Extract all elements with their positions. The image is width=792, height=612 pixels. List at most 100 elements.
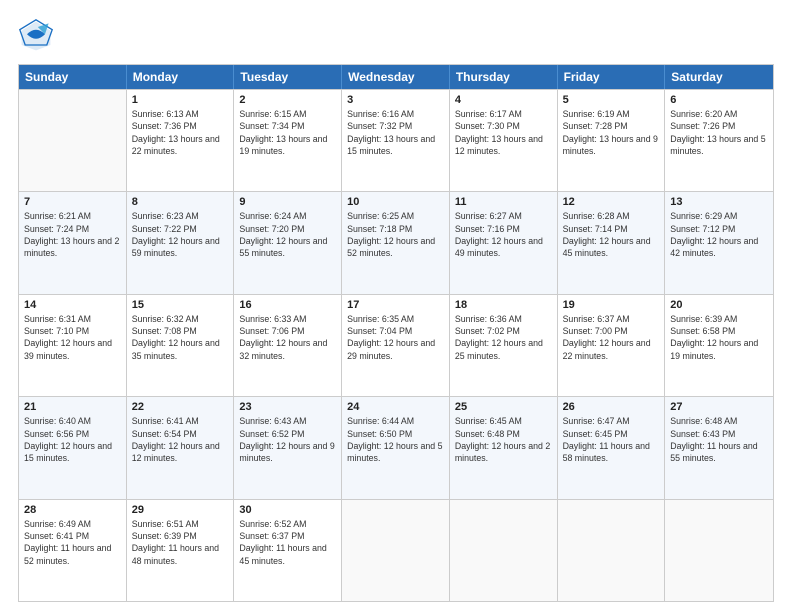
day-info: Sunrise: 6:43 AMSunset: 6:52 PMDaylight:… bbox=[239, 415, 336, 464]
header-day-friday: Friday bbox=[558, 65, 666, 89]
calendar-day-16: 16 Sunrise: 6:33 AMSunset: 7:06 PMDayligh… bbox=[234, 295, 342, 396]
day-info: Sunrise: 6:23 AMSunset: 7:22 PMDaylight:… bbox=[132, 210, 229, 259]
calendar-week-0: 1 Sunrise: 6:13 AMSunset: 7:36 PMDaylight… bbox=[19, 89, 773, 191]
calendar-day-10: 10 Sunrise: 6:25 AMSunset: 7:18 PMDayligh… bbox=[342, 192, 450, 293]
day-info: Sunrise: 6:37 AMSunset: 7:00 PMDaylight:… bbox=[563, 313, 660, 362]
header-day-saturday: Saturday bbox=[665, 65, 773, 89]
day-info: Sunrise: 6:36 AMSunset: 7:02 PMDaylight:… bbox=[455, 313, 552, 362]
day-info: Sunrise: 6:33 AMSunset: 7:06 PMDaylight:… bbox=[239, 313, 336, 362]
day-info: Sunrise: 6:41 AMSunset: 6:54 PMDaylight:… bbox=[132, 415, 229, 464]
day-info: Sunrise: 6:51 AMSunset: 6:39 PMDaylight:… bbox=[132, 518, 229, 567]
day-number: 9 bbox=[239, 196, 336, 208]
page: SundayMondayTuesdayWednesdayThursdayFrid… bbox=[0, 0, 792, 612]
calendar-day-17: 17 Sunrise: 6:35 AMSunset: 7:04 PMDayligh… bbox=[342, 295, 450, 396]
day-info: Sunrise: 6:35 AMSunset: 7:04 PMDaylight:… bbox=[347, 313, 444, 362]
calendar-week-3: 21 Sunrise: 6:40 AMSunset: 6:56 PMDayligh… bbox=[19, 396, 773, 498]
day-info: Sunrise: 6:52 AMSunset: 6:37 PMDaylight:… bbox=[239, 518, 336, 567]
header-day-sunday: Sunday bbox=[19, 65, 127, 89]
calendar-day-8: 8 Sunrise: 6:23 AMSunset: 7:22 PMDaylight… bbox=[127, 192, 235, 293]
day-number: 10 bbox=[347, 196, 444, 208]
day-number: 4 bbox=[455, 94, 552, 106]
day-number: 17 bbox=[347, 299, 444, 311]
calendar-day-22: 22 Sunrise: 6:41 AMSunset: 6:54 PMDayligh… bbox=[127, 397, 235, 498]
day-number: 3 bbox=[347, 94, 444, 106]
day-number: 16 bbox=[239, 299, 336, 311]
calendar-day-12: 12 Sunrise: 6:28 AMSunset: 7:14 PMDayligh… bbox=[558, 192, 666, 293]
header-day-thursday: Thursday bbox=[450, 65, 558, 89]
calendar-week-2: 14 Sunrise: 6:31 AMSunset: 7:10 PMDayligh… bbox=[19, 294, 773, 396]
calendar-empty-cell bbox=[342, 500, 450, 601]
calendar-day-9: 9 Sunrise: 6:24 AMSunset: 7:20 PMDaylight… bbox=[234, 192, 342, 293]
day-number: 2 bbox=[239, 94, 336, 106]
calendar-day-21: 21 Sunrise: 6:40 AMSunset: 6:56 PMDayligh… bbox=[19, 397, 127, 498]
header bbox=[18, 18, 774, 54]
calendar-day-1: 1 Sunrise: 6:13 AMSunset: 7:36 PMDaylight… bbox=[127, 90, 235, 191]
day-info: Sunrise: 6:16 AMSunset: 7:32 PMDaylight:… bbox=[347, 108, 444, 157]
calendar-day-27: 27Sunrise: 6:48 AMSunset: 6:43 PMDayligh… bbox=[665, 397, 773, 498]
calendar-empty-cell bbox=[665, 500, 773, 601]
day-info: Sunrise: 6:47 AMSunset: 6:45 PMDaylight:… bbox=[563, 415, 660, 464]
day-number: 11 bbox=[455, 196, 552, 208]
day-info: Sunrise: 6:39 AMSunset: 6:58 PMDaylight:… bbox=[670, 313, 768, 362]
day-info: Sunrise: 6:44 AMSunset: 6:50 PMDaylight:… bbox=[347, 415, 444, 464]
day-number: 12 bbox=[563, 196, 660, 208]
header-day-monday: Monday bbox=[127, 65, 235, 89]
logo-icon bbox=[18, 18, 54, 54]
calendar-body: 1 Sunrise: 6:13 AMSunset: 7:36 PMDaylight… bbox=[19, 89, 773, 601]
calendar-empty-cell bbox=[450, 500, 558, 601]
day-info: Sunrise: 6:45 AMSunset: 6:48 PMDaylight:… bbox=[455, 415, 552, 464]
calendar-day-30: 30 Sunrise: 6:52 AMSunset: 6:37 PMDayligh… bbox=[234, 500, 342, 601]
header-day-tuesday: Tuesday bbox=[234, 65, 342, 89]
day-number: 5 bbox=[563, 94, 660, 106]
calendar-day-13: 13Sunrise: 6:29 AMSunset: 7:12 PMDayligh… bbox=[665, 192, 773, 293]
calendar-day-11: 11 Sunrise: 6:27 AMSunset: 7:16 PMDayligh… bbox=[450, 192, 558, 293]
day-info: Sunrise: 6:21 AMSunset: 7:24 PMDaylight:… bbox=[24, 210, 121, 259]
calendar-empty-cell bbox=[19, 90, 127, 191]
day-number: 30 bbox=[239, 504, 336, 516]
day-number: 22 bbox=[132, 401, 229, 413]
day-number: 15 bbox=[132, 299, 229, 311]
calendar-header: SundayMondayTuesdayWednesdayThursdayFrid… bbox=[19, 65, 773, 89]
day-number: 24 bbox=[347, 401, 444, 413]
day-number: 25 bbox=[455, 401, 552, 413]
day-number: 20 bbox=[670, 299, 768, 311]
day-number: 28 bbox=[24, 504, 121, 516]
calendar-day-3: 3 Sunrise: 6:16 AMSunset: 7:32 PMDaylight… bbox=[342, 90, 450, 191]
day-info: Sunrise: 6:49 AMSunset: 6:41 PMDaylight:… bbox=[24, 518, 121, 567]
day-number: 7 bbox=[24, 196, 121, 208]
calendar-week-1: 7 Sunrise: 6:21 AMSunset: 7:24 PMDaylight… bbox=[19, 191, 773, 293]
calendar-day-25: 25 Sunrise: 6:45 AMSunset: 6:48 PMDayligh… bbox=[450, 397, 558, 498]
calendar-empty-cell bbox=[558, 500, 666, 601]
day-info: Sunrise: 6:13 AMSunset: 7:36 PMDaylight:… bbox=[132, 108, 229, 157]
day-info: Sunrise: 6:19 AMSunset: 7:28 PMDaylight:… bbox=[563, 108, 660, 157]
day-number: 29 bbox=[132, 504, 229, 516]
calendar-day-2: 2 Sunrise: 6:15 AMSunset: 7:34 PMDaylight… bbox=[234, 90, 342, 191]
calendar-day-15: 15 Sunrise: 6:32 AMSunset: 7:08 PMDayligh… bbox=[127, 295, 235, 396]
day-info: Sunrise: 6:32 AMSunset: 7:08 PMDaylight:… bbox=[132, 313, 229, 362]
calendar-day-20: 20 Sunrise: 6:39 AMSunset: 6:58 PMDayligh… bbox=[665, 295, 773, 396]
calendar-day-5: 5 Sunrise: 6:19 AMSunset: 7:28 PMDaylight… bbox=[558, 90, 666, 191]
calendar-day-7: 7 Sunrise: 6:21 AMSunset: 7:24 PMDaylight… bbox=[19, 192, 127, 293]
logo bbox=[18, 18, 60, 54]
day-number: 21 bbox=[24, 401, 121, 413]
day-info: Sunrise: 6:40 AMSunset: 6:56 PMDaylight:… bbox=[24, 415, 121, 464]
day-info: Sunrise: 6:24 AMSunset: 7:20 PMDaylight:… bbox=[239, 210, 336, 259]
day-number: 19 bbox=[563, 299, 660, 311]
day-info: Sunrise: 6:31 AMSunset: 7:10 PMDaylight:… bbox=[24, 313, 121, 362]
header-day-wednesday: Wednesday bbox=[342, 65, 450, 89]
calendar-day-4: 4 Sunrise: 6:17 AMSunset: 7:30 PMDaylight… bbox=[450, 90, 558, 191]
day-info: Sunrise: 6:15 AMSunset: 7:34 PMDaylight:… bbox=[239, 108, 336, 157]
day-number: 18 bbox=[455, 299, 552, 311]
day-info: Sunrise: 6:25 AMSunset: 7:18 PMDaylight:… bbox=[347, 210, 444, 259]
day-number: 8 bbox=[132, 196, 229, 208]
day-info: Sunrise: 6:17 AMSunset: 7:30 PMDaylight:… bbox=[455, 108, 552, 157]
day-info: Sunrise: 6:20 AMSunset: 7:26 PMDaylight:… bbox=[670, 108, 768, 157]
day-info: Sunrise: 6:28 AMSunset: 7:14 PMDaylight:… bbox=[563, 210, 660, 259]
day-info: Sunrise: 6:27 AMSunset: 7:16 PMDaylight:… bbox=[455, 210, 552, 259]
calendar-day-6: 6 Sunrise: 6:20 AMSunset: 7:26 PMDaylight… bbox=[665, 90, 773, 191]
calendar-day-19: 19 Sunrise: 6:37 AMSunset: 7:00 PMDayligh… bbox=[558, 295, 666, 396]
calendar-day-26: 26Sunrise: 6:47 AMSunset: 6:45 PMDayligh… bbox=[558, 397, 666, 498]
day-number: 6 bbox=[670, 94, 768, 106]
day-number: 14 bbox=[24, 299, 121, 311]
day-number: 1 bbox=[132, 94, 229, 106]
